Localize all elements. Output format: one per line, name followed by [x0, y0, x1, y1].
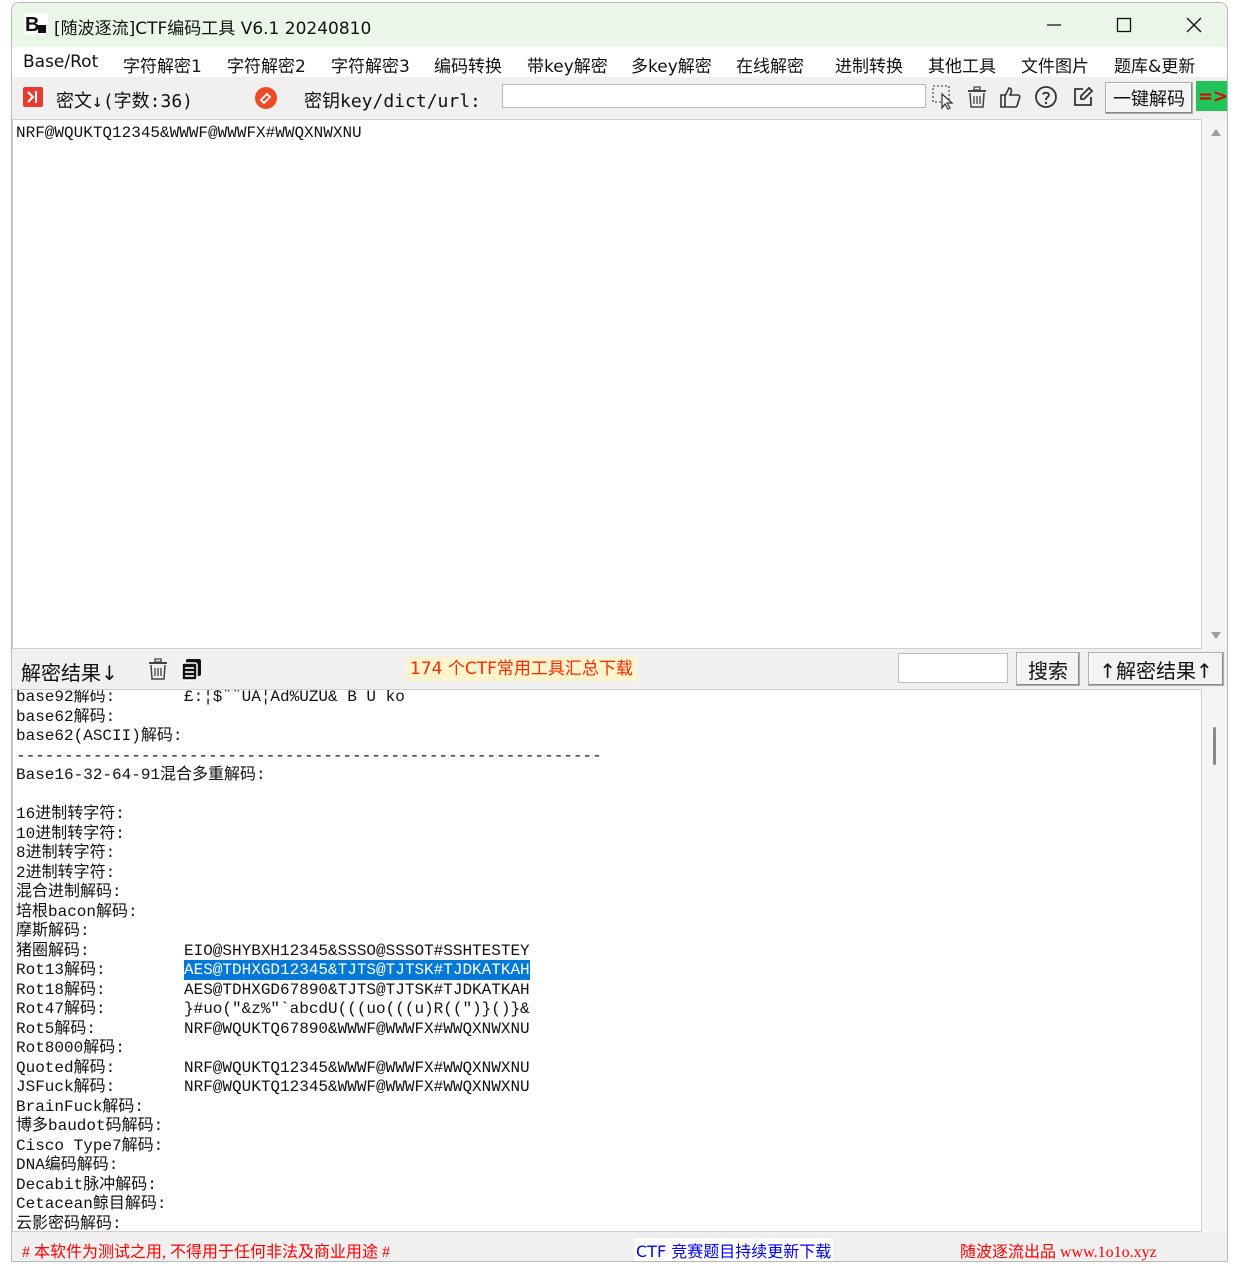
result-row-label: 2进制转字符: [16, 864, 116, 882]
thumbs-up-icon [1000, 87, 1021, 108]
cursor-select-icon [932, 85, 954, 110]
eraser-icon[interactable] [254, 86, 278, 110]
like-button[interactable] [996, 83, 1024, 111]
cipher-text-label: 密文↓(字数:36) [56, 91, 194, 112]
select-cursor-button[interactable] [930, 83, 958, 111]
result-row-label: Rot5解码: [16, 1020, 97, 1038]
help-icon [1035, 86, 1057, 108]
status-bar: # 本软件为测试之用, 不得用于任何非法及商业用途 # CTF 竞赛题目持续更新… [12, 1232, 1227, 1261]
scroll-thumb[interactable] [1213, 727, 1216, 765]
key-label: 密钥key/dict/url: [304, 91, 481, 112]
window-title: [随波逐流]CTF编码工具 V6.1 20240810 [54, 19, 372, 39]
menu-other-tools[interactable]: 其他工具 [928, 52, 996, 77]
result-row-label: base62(ASCII)解码: [16, 727, 183, 745]
menu-char-decrypt-2[interactable]: 字符解密2 [227, 52, 306, 77]
result-row-label: 博多baudot码解码: [16, 1117, 164, 1135]
result-row-value: AES@TDHXGD67890&TJTS@TJTSK#TJDKATKAH [184, 981, 530, 999]
result-row-value: }#uo("&z%"`abcdU(((uo(((u)R((")}()}& [184, 1000, 530, 1018]
result-row-label: Quoted解码: [16, 1059, 116, 1077]
clear-result-button[interactable] [144, 655, 172, 683]
copy-icon [181, 659, 201, 681]
edit-icon [1074, 86, 1094, 106]
menu-encoding-convert[interactable]: 编码转换 [434, 52, 502, 77]
result-row-label: JSFuck解码: [16, 1078, 116, 1096]
search-button[interactable]: 搜索 [1016, 652, 1080, 686]
menu-char-decrypt-1[interactable]: 字符解密1 [123, 52, 202, 77]
result-row-label: 培根bacon解码: [16, 903, 138, 921]
menu-bar: Base/Rot 字符解密1 字符解密2 字符解密3 编码转换 带key解密 多… [12, 47, 1227, 77]
status-update-link[interactable]: CTF 竞赛题目持续更新下载 [634, 1238, 834, 1261]
key-input[interactable] [502, 84, 926, 108]
scroll-down-arrow-icon[interactable] [1210, 631, 1222, 641]
clear-button[interactable] [963, 83, 991, 111]
result-row-label: 10进制转字符: [16, 825, 125, 843]
cipher-input-scrollbar[interactable] [1202, 119, 1227, 649]
result-output-area[interactable]: base92解码: £:¦$¨¨UA¦Ad%UZU& B U ko base62解码… [12, 689, 1202, 1232]
menu-base-convert[interactable]: 进制转换 [835, 52, 903, 77]
cipher-input-area[interactable]: NRF@WQUKTQ12345&WWWF@WWWFX#WWQXNWXNU [12, 119, 1202, 649]
trash-icon [968, 86, 986, 108]
svg-text:B: B [25, 14, 39, 35]
result-up-button[interactable]: ↑解密结果↑ [1088, 652, 1224, 686]
trash-icon [149, 658, 167, 680]
menu-question-bank-update[interactable]: 题库&更新 [1114, 52, 1195, 77]
result-label: 解密结果↓ [21, 661, 118, 685]
title-bar: B [随波逐流]CTF编码工具 V6.1 20240810 [12, 3, 1227, 47]
result-row-value: AES@TDHXGD12345&TJTS@TJTSK#TJDKATKAH [184, 960, 530, 980]
help-button[interactable] [1032, 83, 1060, 111]
result-row-label: 8进制转字符: [16, 844, 116, 862]
menu-file-image[interactable]: 文件图片 [1021, 52, 1089, 77]
result-row-label: Rot8000解码: [16, 1039, 125, 1057]
result-row-label: base92解码: [16, 689, 116, 706]
status-credit[interactable]: 随波逐流出品 www.1o1o.xyz [960, 1238, 1157, 1261]
result-row-label: 云影密码解码: [16, 1215, 122, 1232]
result-row-label: Decabit脉冲解码: [16, 1176, 157, 1194]
menu-key-decrypt[interactable]: 带key解密 [527, 52, 608, 77]
minimize-icon [1047, 24, 1061, 26]
result-row-value: NRF@WQUKTQ67890&WWWF@WWWFX#WWQXNWXNU [184, 1020, 530, 1038]
status-disclaimer: # 本软件为测试之用, 不得用于任何非法及商业用途 # [22, 1244, 391, 1261]
minimize-button[interactable] [1019, 3, 1089, 47]
close-button[interactable] [1159, 3, 1227, 47]
tools-download-link[interactable]: 174 个CTF常用工具汇总下载 [406, 657, 637, 681]
result-row-label: Cisco Type7解码: [16, 1137, 164, 1155]
result-row-label: 混合进制解码: [16, 883, 122, 901]
result-scrollbar[interactable] [1202, 689, 1227, 1232]
result-row-label: Base16-32-64-91混合多重解码: [16, 766, 266, 784]
result-row-label: 猪圈解码: [16, 942, 90, 960]
app-window: B [随波逐流]CTF编码工具 V6.1 20240810 Base/Rot 字… [11, 2, 1228, 1262]
copy-result-button[interactable] [178, 655, 206, 683]
menu-multi-key-decrypt[interactable]: 多key解密 [631, 52, 712, 77]
result-row-label: Rot13解码: [16, 961, 106, 979]
import-icon[interactable] [22, 86, 44, 108]
expand-arrow-button[interactable]: => [1196, 81, 1227, 111]
menu-char-decrypt-3[interactable]: 字符解密3 [331, 52, 410, 77]
cipher-input-text: NRF@WQUKTQ12345&WWWF@WWWFX#WWQXNWXNU [16, 124, 362, 142]
result-row-label: 摩斯解码: [16, 922, 90, 940]
close-icon [1186, 17, 1202, 33]
result-row-label: ----------------------------------------… [16, 747, 602, 765]
result-toolbar: 解密结果↓ 174 个CTF常用工具汇总下载 搜索 ↑解密结果↑ [12, 649, 1227, 689]
result-row-label: Cetacean鲸目解码: [16, 1195, 167, 1213]
edit-button[interactable] [1069, 83, 1097, 111]
app-logo-icon: B [24, 13, 48, 35]
one-click-decode-button[interactable]: 一键解码 [1105, 82, 1193, 114]
menu-base-rot[interactable]: Base/Rot [23, 52, 98, 72]
result-row-label: DNA编码解码: [16, 1156, 119, 1174]
result-row-value: NRF@WQUKTQ12345&WWWF@WWWFX#WWQXNWXNU [184, 1059, 530, 1077]
toolbar: 密文↓(字数:36) 密钥key/dict/url: 一键解码 => [12, 77, 1227, 119]
maximize-button[interactable] [1089, 3, 1159, 47]
result-row-label: base62解码: [16, 708, 116, 726]
result-row-label: Rot18解码: [16, 981, 106, 999]
result-row-value: £:¦$¨¨UA¦Ad%UZU& B U ko [184, 689, 405, 706]
result-row-value: NRF@WQUKTQ12345&WWWF@WWWFX#WWQXNWXNU [184, 1078, 530, 1096]
result-row-value: EIO@SHYBXH12345&SSSO@SSSOT#SSHTESTEY [184, 942, 530, 960]
scroll-up-arrow-icon[interactable] [1210, 127, 1222, 137]
search-input[interactable] [898, 653, 1008, 683]
maximize-icon [1116, 17, 1132, 33]
result-row-label: 16进制转字符: [16, 805, 125, 823]
menu-online-decrypt[interactable]: 在线解密 [736, 52, 804, 77]
result-row-label: BrainFuck解码: [16, 1098, 145, 1116]
result-row-label: Rot47解码: [16, 1000, 106, 1018]
